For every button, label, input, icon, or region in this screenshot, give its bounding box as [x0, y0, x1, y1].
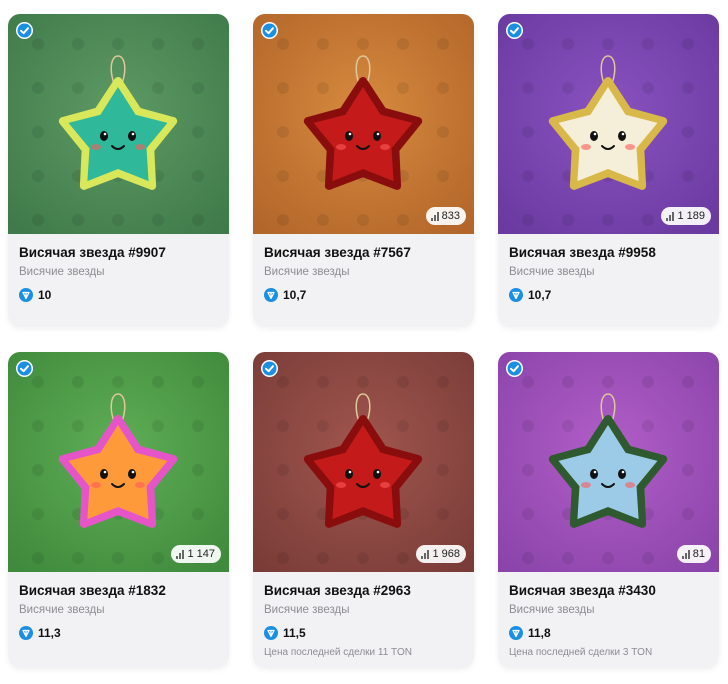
price: 10 [19, 288, 218, 302]
nft-image: 1 968 [253, 352, 474, 572]
supply-badge: 1 968 [416, 545, 466, 563]
signal-icon [176, 549, 185, 559]
nft-title: Висячая звезда #3430 [509, 583, 656, 598]
signal-icon [666, 211, 675, 221]
nft-artwork [253, 14, 474, 234]
verified-icon [261, 22, 278, 39]
supply-badge: 1 189 [661, 207, 711, 225]
nft-title: Висячая звезда #1832 [19, 583, 166, 598]
price: 11,5 [264, 626, 463, 640]
price-value: 11,8 [528, 626, 551, 640]
nft-image [8, 14, 229, 234]
supply-count: 81 [692, 548, 705, 560]
signal-icon [430, 211, 439, 221]
last-sale-price: Цена последней сделки 3 TON [509, 647, 653, 658]
collection-name: Висячие звезды [264, 604, 350, 616]
verified-icon [506, 22, 523, 39]
nft-image: 1 189 [498, 14, 719, 234]
price: 11,8 [509, 626, 708, 640]
supply-count: 833 [441, 210, 460, 222]
nft-title: Висячая звезда #2963 [264, 583, 411, 598]
supply-count: 1 147 [187, 548, 215, 560]
signal-icon [421, 549, 430, 559]
nft-title: Висячая звезда #9958 [509, 245, 656, 260]
collection-name: Висячие звезды [509, 604, 595, 616]
nft-artwork [8, 14, 229, 234]
nft-card[interactable]: Висячая звезда #9907 Висячие звезды 10 [8, 14, 229, 327]
nft-card[interactable]: 81 Висячая звезда #3430 Висячие звезды 1… [498, 352, 719, 668]
price-value: 11,3 [38, 626, 61, 640]
nft-title: Висячая звезда #7567 [264, 245, 411, 260]
price: 10,7 [264, 288, 463, 302]
last-sale-price: Цена последней сделки 11 TON [264, 647, 412, 658]
nft-artwork [498, 14, 719, 234]
nft-image: 1 147 [8, 352, 229, 572]
ton-icon [509, 626, 523, 640]
collection-name: Висячие звезды [19, 266, 105, 278]
ton-icon [19, 626, 33, 640]
price-value: 10 [38, 288, 52, 302]
nft-card[interactable]: 1 147 Висячая звезда #1832 Висячие звезд… [8, 352, 229, 668]
supply-badge: 1 147 [171, 545, 221, 563]
nft-artwork [253, 352, 474, 572]
collection-name: Висячие звезды [264, 266, 350, 278]
verified-icon [261, 360, 278, 377]
verified-icon [16, 22, 33, 39]
collection-name: Висячие звезды [509, 266, 595, 278]
nft-artwork [498, 352, 719, 572]
nft-card[interactable]: 1 968 Висячая звезда #2963 Висячие звезд… [253, 352, 474, 668]
price-value: 11,5 [283, 626, 306, 640]
ton-icon [509, 288, 523, 302]
nft-image: 833 [253, 14, 474, 234]
signal-icon [681, 549, 690, 559]
ton-icon [264, 626, 278, 640]
nft-title: Висячая звезда #9907 [19, 245, 166, 260]
supply-badge: 81 [676, 545, 711, 563]
price-value: 10,7 [528, 288, 552, 302]
nft-image: 81 [498, 352, 719, 572]
price: 10,7 [509, 288, 708, 302]
ton-icon [264, 288, 278, 302]
nft-artwork [8, 352, 229, 572]
supply-badge: 833 [425, 207, 466, 225]
verified-icon [506, 360, 523, 377]
ton-icon [19, 288, 33, 302]
supply-count: 1 968 [432, 548, 460, 560]
price-value: 10,7 [283, 288, 307, 302]
nft-card[interactable]: 833 Висячая звезда #7567 Висячие звезды … [253, 14, 474, 327]
verified-icon [16, 360, 33, 377]
price: 11,3 [19, 626, 218, 640]
nft-card[interactable]: 1 189 Висячая звезда #9958 Висячие звезд… [498, 14, 719, 327]
supply-count: 1 189 [677, 210, 705, 222]
collection-name: Висячие звезды [19, 604, 105, 616]
